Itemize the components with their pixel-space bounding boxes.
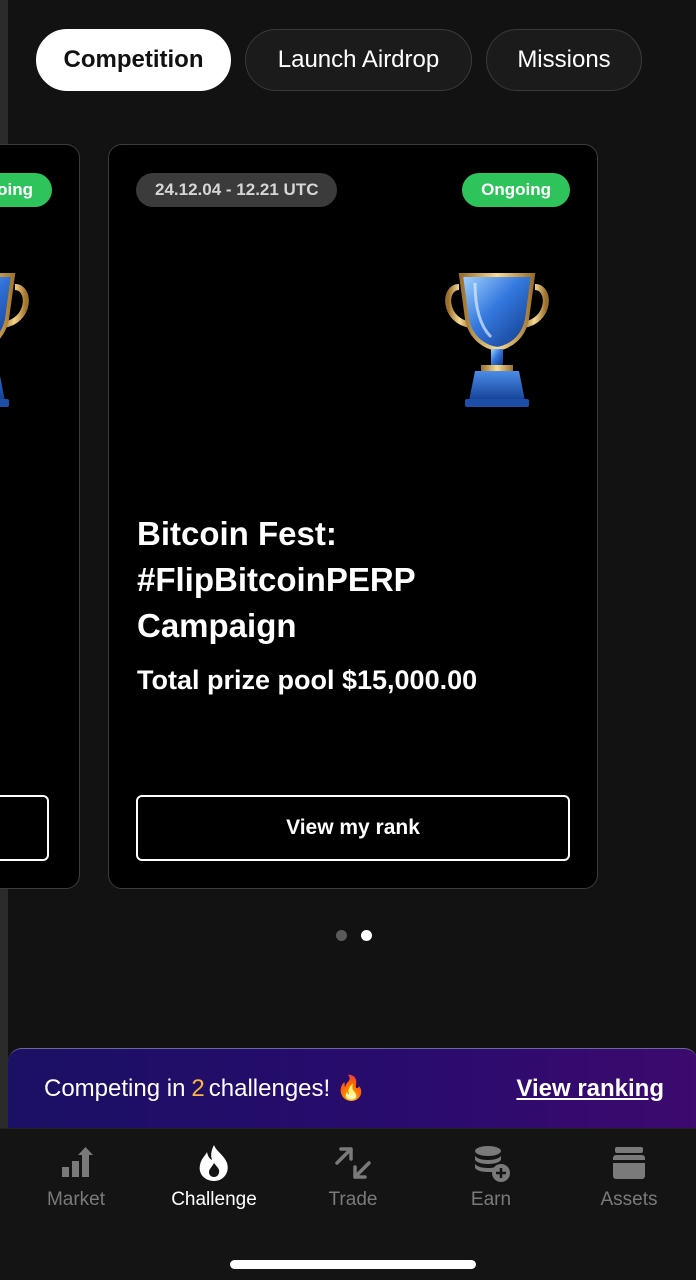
competition-card[interactable]: 24.12.04 - 12.21 UTC Ongoing Bitcoin Fes… <box>108 144 598 889</box>
nav-item-assets[interactable]: Assets <box>569 1143 689 1211</box>
flame-icon <box>199 1145 228 1181</box>
swap-arrows-icon <box>335 1147 371 1179</box>
fire-emoji-icon: 🔥 <box>336 1075 367 1102</box>
view-rank-button[interactable] <box>0 795 49 861</box>
carousel-dot[interactable] <box>336 930 347 941</box>
nav-label: Assets <box>600 1189 658 1210</box>
banner-text-after: challenges! <box>208 1074 331 1102</box>
trophy-icon <box>445 273 549 407</box>
tab-competition[interactable]: Competition <box>36 29 231 91</box>
nav-label: Challenge <box>171 1189 257 1210</box>
nav-item-challenge[interactable]: Challenge <box>154 1143 274 1211</box>
competition-card-previous[interactable]: Ongoing <box>0 144 80 889</box>
nav-label: Market <box>46 1189 106 1210</box>
challenge-page: Competition Launch Airdrop Missions Ongo… <box>0 0 696 1280</box>
challenge-count: 2 <box>191 1074 205 1102</box>
competing-banner: Competing in 2 challenges! 🔥 View rankin… <box>8 1048 696 1128</box>
nav-label: Earn <box>470 1189 512 1210</box>
status-badge: Ongoing <box>0 173 52 207</box>
trophy-icon <box>0 273 29 407</box>
banner-text-before: Competing in <box>44 1074 186 1102</box>
tab-missions[interactable]: Missions <box>486 29 642 91</box>
view-ranking-link[interactable]: View ranking <box>516 1075 664 1103</box>
nav-item-earn[interactable]: Earn <box>431 1143 551 1211</box>
date-range-badge: 24.12.04 - 12.21 UTC <box>136 173 338 207</box>
carousel-indicator <box>336 930 372 941</box>
tab-launch-airdrop[interactable]: Launch Airdrop <box>245 29 472 91</box>
status-badge: Ongoing <box>462 173 570 207</box>
nav-item-trade[interactable]: Trade <box>293 1143 413 1211</box>
bottom-navigation: Market Challenge Trade Earn Assets <box>0 1128 696 1280</box>
bar-chart-icon <box>62 1147 93 1177</box>
campaign-title: Bitcoin Fest: #FlipBitcoinPERP Campaign <box>137 515 416 644</box>
home-indicator[interactable] <box>230 1260 476 1269</box>
banner-message: Competing in 2 challenges! 🔥 <box>44 1074 366 1103</box>
category-tabs: Competition Launch Airdrop Missions <box>36 29 642 91</box>
carousel-dot-active[interactable] <box>361 930 372 941</box>
nav-item-market[interactable]: Market <box>16 1143 136 1211</box>
view-my-rank-button[interactable]: View my rank <box>136 795 570 861</box>
coin-stack-plus-icon <box>475 1146 510 1182</box>
nav-label: Trade <box>328 1189 378 1210</box>
wallet-icon <box>613 1147 645 1179</box>
prize-pool: Total prize pool $15,000.00 <box>137 665 478 695</box>
